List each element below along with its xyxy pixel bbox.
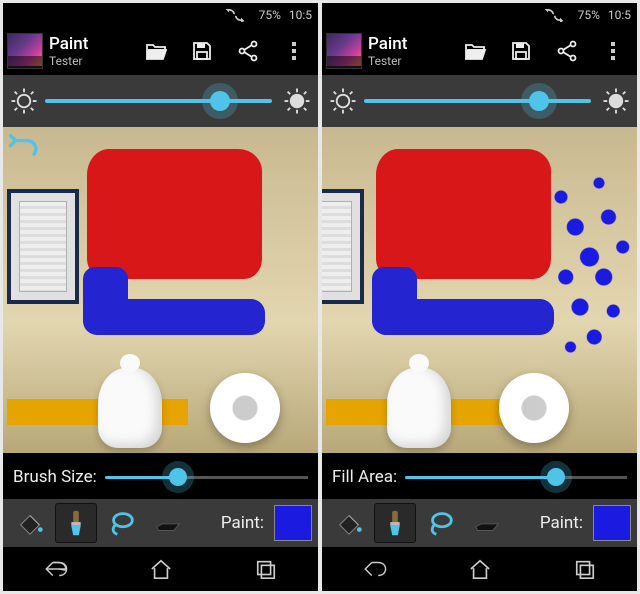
overflow-menu-button[interactable] [593, 31, 633, 71]
app-icon[interactable] [326, 33, 362, 69]
back-button[interactable] [43, 558, 69, 580]
brush-tool[interactable] [374, 503, 416, 543]
undo-icon[interactable] [7, 131, 41, 161]
brightness-bar [322, 75, 637, 127]
app-bar: Paint Tester [3, 27, 318, 75]
brush-size-slider[interactable] [105, 465, 308, 489]
sync-icons [542, 8, 566, 22]
brightness-slider[interactable] [45, 86, 272, 116]
share-button[interactable] [547, 31, 587, 71]
app-title-block: Paint Tester [49, 36, 88, 67]
clock-label: 10:5 [608, 8, 631, 22]
phone-pane-right: 75% 10:5 Paint Tester [322, 3, 637, 591]
brightness-slider[interactable] [364, 86, 591, 116]
nav-bar [3, 547, 318, 591]
paint-canvas[interactable] [322, 127, 637, 453]
open-folder-button[interactable] [455, 31, 495, 71]
paint-color-swatch[interactable] [593, 505, 631, 541]
slider-label: Fill Area: [332, 467, 397, 487]
eraser-tool[interactable] [466, 503, 508, 543]
nav-bar [322, 547, 637, 591]
brightness-high-icon [599, 84, 633, 118]
bucket-tool[interactable] [9, 503, 51, 543]
tool-bar: Paint: [3, 499, 318, 547]
paint-color-swatch[interactable] [274, 505, 312, 541]
screenshot-side-by-side: 75% 10:5 Paint Tester [0, 0, 640, 594]
clock-label: 10:5 [289, 8, 312, 22]
app-bar: Paint Tester [322, 27, 637, 75]
fill-pattern [542, 167, 637, 367]
lasso-tool[interactable] [420, 503, 462, 543]
brightness-low-icon [326, 84, 360, 118]
brightness-bar [3, 75, 318, 127]
recent-apps-button[interactable] [253, 558, 279, 580]
paint-canvas[interactable] [3, 127, 318, 453]
lasso-tool[interactable] [101, 503, 143, 543]
controls-bar: Fill Area: [322, 453, 637, 499]
save-button[interactable] [501, 31, 541, 71]
app-title: Paint [368, 36, 407, 53]
app-icon[interactable] [7, 33, 43, 69]
brightness-low-icon [7, 84, 41, 118]
slider-label: Brush Size: [13, 467, 97, 487]
fill-area-slider[interactable] [405, 465, 627, 489]
brush-tool[interactable] [55, 503, 97, 543]
home-button[interactable] [467, 558, 493, 580]
overflow-menu-button[interactable] [274, 31, 314, 71]
status-bar: 75% 10:5 [3, 3, 318, 27]
back-button[interactable] [362, 558, 388, 580]
app-subtitle: Tester [368, 55, 407, 67]
app-title: Paint [49, 36, 88, 53]
status-bar: 75% 10:5 [322, 3, 637, 27]
controls-bar: Brush Size: [3, 453, 318, 499]
battery-pct-label: 75% [259, 8, 281, 22]
recent-apps-button[interactable] [572, 558, 598, 580]
paint-label: Paint: [540, 513, 583, 533]
tool-bar: Paint: [322, 499, 637, 547]
paint-label: Paint: [221, 513, 264, 533]
open-folder-button[interactable] [136, 31, 176, 71]
phone-pane-left: 75% 10:5 Paint Tester [3, 3, 318, 591]
share-button[interactable] [228, 31, 268, 71]
eraser-tool[interactable] [147, 503, 189, 543]
battery-pct-label: 75% [578, 8, 600, 22]
brightness-high-icon [280, 84, 314, 118]
bucket-tool[interactable] [328, 503, 370, 543]
app-title-block: Paint Tester [368, 36, 407, 67]
sync-icons [223, 8, 247, 22]
app-subtitle: Tester [49, 55, 88, 67]
home-button[interactable] [148, 558, 174, 580]
save-button[interactable] [182, 31, 222, 71]
